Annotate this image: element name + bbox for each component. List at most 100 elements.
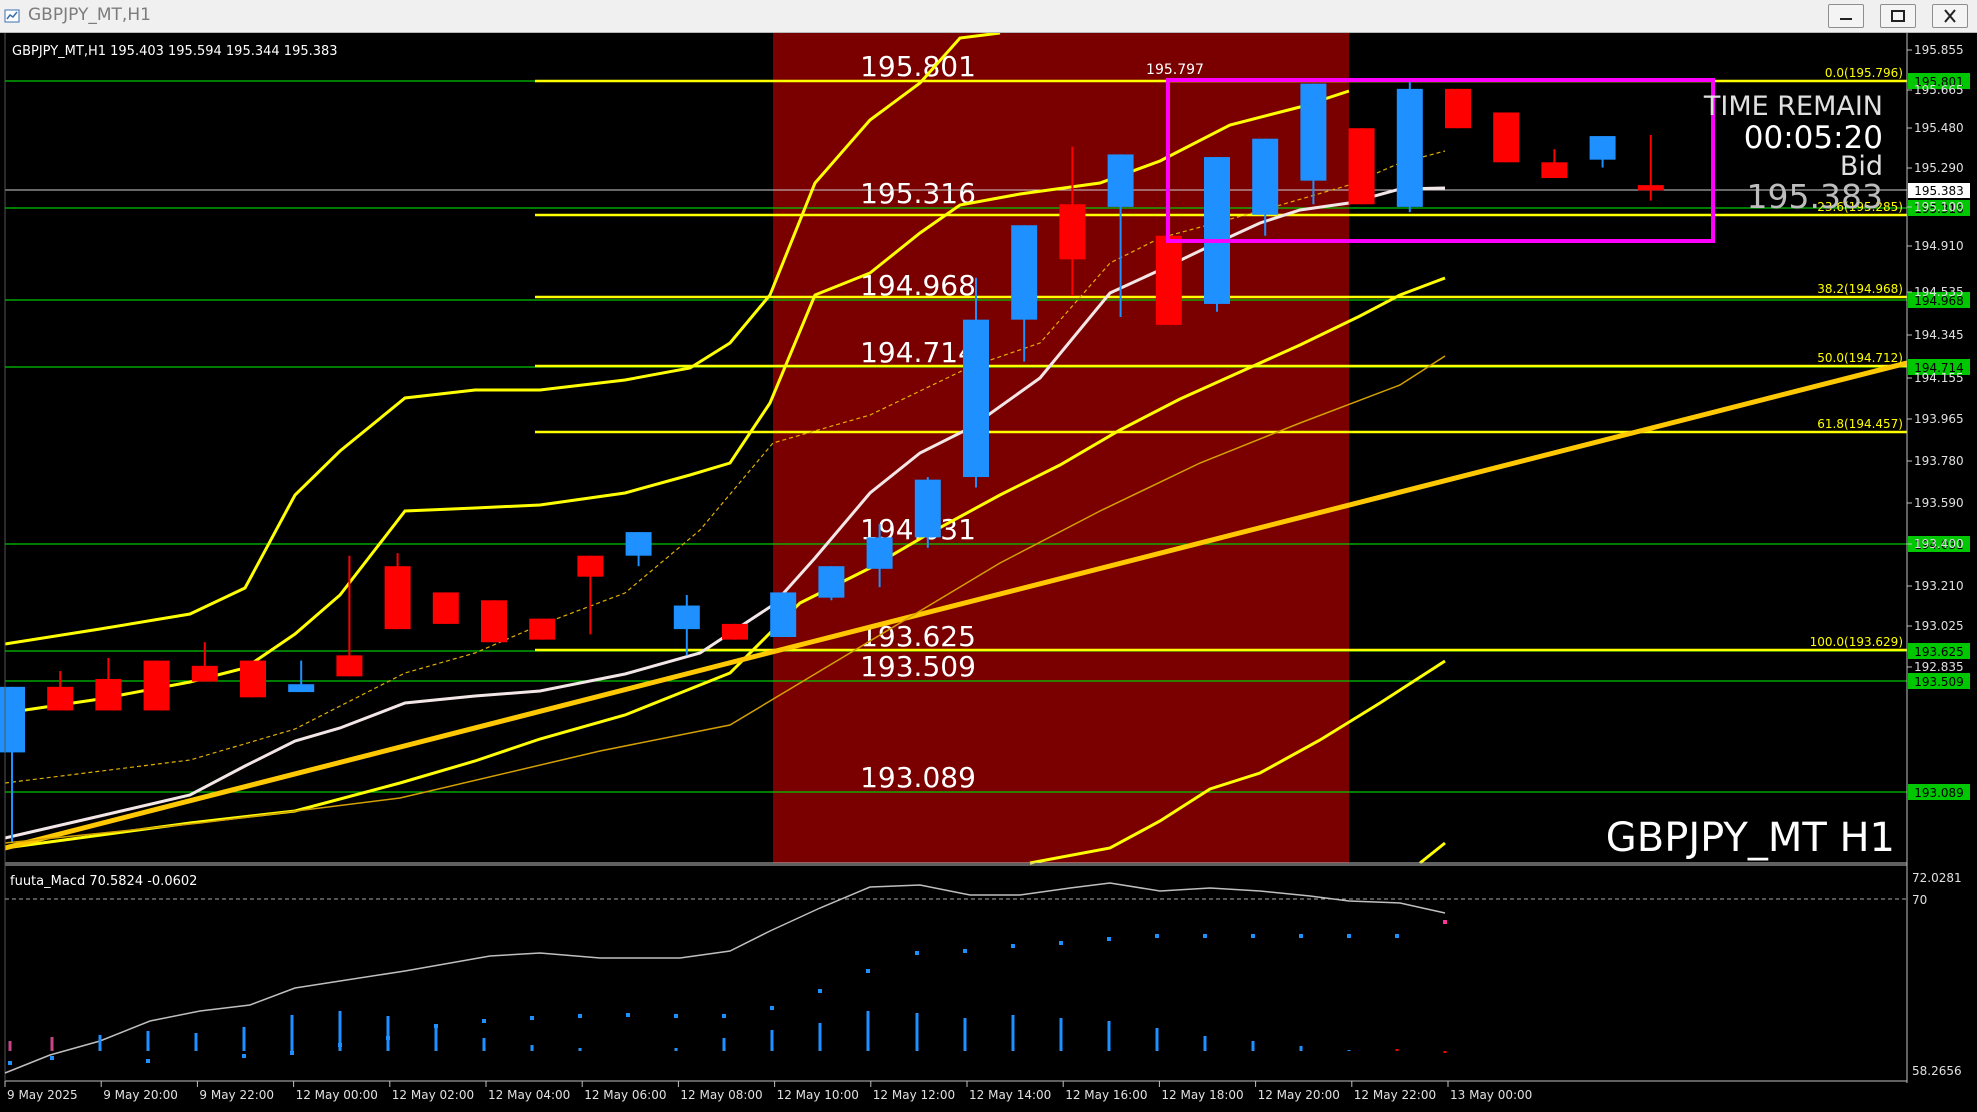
time-tick-label: 12 May 06:00 (584, 1088, 666, 1102)
time-tick-label: 9 May 2025 (7, 1088, 78, 1102)
macd-signal-dot (530, 1016, 534, 1020)
bid-value: 195.383 (1747, 177, 1883, 216)
bear-candle (1637, 185, 1664, 191)
chart-area[interactable]: 195.801 195.801195.316 195.316194.968 194.9… (0, 33, 1977, 1112)
macd-signal-dot (626, 1013, 630, 1017)
macd-signal-dot (290, 1051, 294, 1055)
symbol-info: GBPJPY_MT,H1 195.403 195.594 195.344 195… (12, 44, 338, 59)
window-title: GBPJPY_MT,H1 (28, 5, 151, 25)
close-button[interactable] (1932, 4, 1968, 28)
time-tick-label: 12 May 08:00 (680, 1088, 762, 1102)
fib-label: 38.2(194.968) (1817, 282, 1903, 296)
time-tick-label: 12 May 10:00 (777, 1088, 859, 1102)
bull-candle (770, 592, 797, 638)
restore-button[interactable] (1880, 4, 1916, 28)
price-tick-label: 193.210 (1914, 579, 1964, 593)
fib-label: 61.8(194.457) (1817, 417, 1903, 431)
bear-candle (722, 623, 748, 640)
time-tick-label: 12 May 20:00 (1258, 1088, 1340, 1102)
macd-signal-dot (434, 1024, 438, 1028)
level-label: 193.089 (860, 761, 976, 794)
level-label: 195.801 (860, 50, 976, 83)
fib-label: 100.0(193.629) (1810, 635, 1903, 649)
time-tick-label: 12 May 22:00 (1354, 1088, 1436, 1102)
macd-signal-dot (866, 969, 870, 973)
bear-candle (1541, 162, 1568, 179)
bull-candle (288, 684, 315, 693)
macd-signal-dot (242, 1054, 246, 1058)
close-icon (1944, 9, 1956, 23)
price-tick-label: 195.855 (1914, 43, 1964, 57)
level-label: 193.509 (860, 650, 976, 683)
level-tag-text: 193.509 (1914, 675, 1964, 689)
fib-label: 50.0(194.712) (1817, 351, 1903, 365)
price-tick-label: 194.345 (1914, 328, 1964, 342)
price-tick-label: 194.155 (1914, 371, 1964, 385)
current-price-text: 195.383 (1914, 184, 1964, 198)
price-tick-label: 193.025 (1914, 619, 1964, 633)
macd-signal-dot (1011, 944, 1015, 948)
bear-candle (1348, 128, 1375, 205)
time-tick-label: 9 May 22:00 (199, 1088, 274, 1102)
bull-candle (1252, 138, 1279, 215)
bull-candle (1204, 157, 1230, 304)
bear-candle (432, 592, 459, 624)
price-tick-label: 193.400 (1914, 537, 1964, 551)
bull-candle (914, 479, 941, 538)
price-tick-label: 195.480 (1914, 121, 1964, 135)
bear-candle (95, 678, 122, 711)
bear-candle (529, 618, 556, 640)
high-marker-label: 195.797 (1146, 62, 1204, 78)
bear-candle (384, 566, 411, 630)
time-tick-label: 12 May 12:00 (873, 1088, 955, 1102)
bull-candle (1300, 83, 1327, 181)
macd-signal-dot (1443, 920, 1447, 924)
macd-signal-dot (915, 951, 919, 955)
window-titlebar: GBPJPY_MT,H1 (0, 0, 1977, 33)
price-tick-label: 192.835 (1914, 660, 1964, 674)
bear-candle (1445, 88, 1471, 129)
macd-signal-dot (1395, 934, 1399, 938)
chart-window-icon (4, 9, 20, 23)
time-tick-label: 9 May 20:00 (103, 1088, 178, 1102)
bull-candle (1011, 225, 1038, 320)
macd-signal-dot (722, 1014, 726, 1018)
bull-candle (1396, 88, 1423, 207)
level-tag-text: 193.625 (1914, 645, 1964, 659)
macd-axis-bottom: 58.2656 (1912, 1064, 1962, 1078)
level-tag-text: 193.089 (1914, 786, 1964, 800)
bull-candle (673, 605, 700, 630)
macd-signal-dot (578, 1014, 582, 1018)
macd-header: fuuta_Macd 70.5824 -0.0602 (10, 874, 197, 889)
macd-signal-dot (1155, 934, 1159, 938)
price-tick-label: 193.965 (1914, 412, 1964, 426)
price-tick-label: 193.590 (1914, 496, 1964, 510)
time-tick-label: 12 May 02:00 (392, 1088, 474, 1102)
bear-candle (577, 555, 604, 577)
bull-candle (0, 686, 25, 753)
macd-signal-dot (1299, 934, 1303, 938)
time-tick-label: 12 May 14:00 (969, 1088, 1051, 1102)
time-tick-label: 13 May 00:00 (1450, 1088, 1532, 1102)
macd-axis-top: 72.0281 (1912, 871, 1962, 885)
fib-label: 0.0(195.796) (1825, 66, 1903, 80)
minimize-button[interactable] (1828, 4, 1864, 28)
macd-signal-dot (674, 1014, 678, 1018)
macd-signal-dot (386, 1036, 390, 1040)
price-tick-label: 194.910 (1914, 239, 1964, 253)
bull-candle (963, 319, 989, 478)
macd-signal-dot (1251, 934, 1255, 938)
macd-signal-dot (963, 949, 967, 953)
macd-signal-dot (8, 1061, 12, 1065)
price-tick-label: 195.665 (1914, 83, 1964, 97)
countdown-title: TIME REMAIN (1703, 91, 1883, 122)
price-tick-label: 195.290 (1914, 161, 1964, 175)
macd-axis-mid: 70 (1912, 893, 1927, 907)
bull-candle (1589, 136, 1616, 160)
time-tick-label: 12 May 00:00 (296, 1088, 378, 1102)
time-tick-label: 12 May 18:00 (1161, 1088, 1243, 1102)
macd-signal-dot (1347, 934, 1351, 938)
time-tick-label: 12 May 16:00 (1065, 1088, 1147, 1102)
macd-signal-dot (818, 989, 822, 993)
bull-candle (625, 532, 652, 556)
